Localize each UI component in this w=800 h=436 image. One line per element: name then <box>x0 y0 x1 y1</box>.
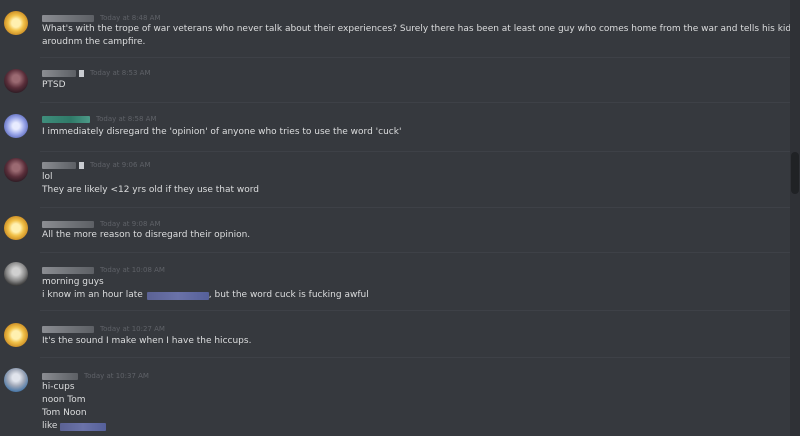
chat-message: Today at 8:48 AM What's with the trope o… <box>0 0 790 58</box>
message-line: i know im an hour late , but the word cu… <box>42 289 369 302</box>
message-line: noon Tom <box>42 395 86 405</box>
mention-redacted[interactable] <box>60 422 107 431</box>
timestamp: Today at 8:53 AM <box>90 69 151 77</box>
avatar[interactable] <box>4 69 28 93</box>
username-redacted[interactable] <box>42 69 76 77</box>
username-tag <box>79 69 84 77</box>
message-line: It's the sound I make when I have the hi… <box>42 336 252 346</box>
message-line: aroudnm the campfire. <box>42 37 146 47</box>
message-line: All the more reason to disregard their o… <box>42 230 251 240</box>
message-line: They are likely <12 yrs old if they use … <box>42 185 260 195</box>
message-header: Today at 8:58 AM <box>42 113 157 125</box>
username-redacted[interactable] <box>42 115 90 123</box>
timestamp: Today at 9:08 AM <box>100 220 161 228</box>
avatar[interactable] <box>4 114 28 138</box>
chat-message: Today at 10:37 AM hi-cups noon Tom Tom N… <box>0 358 790 436</box>
message-text: It's the sound I make when I have the hi… <box>42 335 251 348</box>
avatar[interactable] <box>4 158 28 182</box>
message-header: Today at 9:06 AM <box>42 159 151 171</box>
timestamp: Today at 8:58 AM <box>96 115 157 123</box>
message-text: What's with the trope of war veterans wh… <box>42 23 790 49</box>
message-text-segment: , but the word cuck is fucking awful <box>208 290 369 300</box>
username-redacted[interactable] <box>42 372 78 380</box>
message-header: Today at 10:27 AM <box>42 323 165 335</box>
chat-message-list[interactable]: Today at 8:48 AM What's with the trope o… <box>0 0 790 436</box>
chat-message: Today at 9:06 AM lol They are likely <12… <box>0 152 790 206</box>
scrollbar-track[interactable] <box>790 0 800 436</box>
message-text-segment: i know im an hour late <box>42 290 143 300</box>
chat-message: Today at 9:08 AM All the more reason to … <box>0 208 790 252</box>
message-line: I immediately disregard the 'opinion' of… <box>42 127 402 137</box>
avatar[interactable] <box>4 323 28 347</box>
message-line: lol <box>42 172 53 182</box>
message-line: morning guys <box>42 277 104 287</box>
message-text: All the more reason to disregard their o… <box>42 229 250 242</box>
message-header: Today at 8:53 AM <box>42 67 151 79</box>
username-redacted[interactable] <box>42 220 94 228</box>
message-text: hi-cups noon Tom Tom Noon like <box>42 381 107 433</box>
message-line: Tom Noon <box>42 408 87 418</box>
timestamp: Today at 8:48 AM <box>100 14 161 22</box>
message-line: PTSD <box>42 80 66 90</box>
message-text: morning guys i know im an hour late , bu… <box>42 276 369 302</box>
message-line: like <box>42 420 107 433</box>
username-redacted[interactable] <box>42 325 94 333</box>
username-redacted[interactable] <box>42 266 94 274</box>
username-tag <box>79 161 84 169</box>
message-text-segment: like <box>42 421 58 431</box>
avatar[interactable] <box>4 368 28 392</box>
avatar[interactable] <box>4 11 28 35</box>
chat-message: Today at 8:53 AM PTSD <box>0 58 790 102</box>
message-header: Today at 10:08 AM <box>42 264 165 276</box>
avatar[interactable] <box>4 216 28 240</box>
scrollbar-thumb[interactable] <box>791 152 799 194</box>
timestamp: Today at 10:08 AM <box>100 266 165 274</box>
timestamp: Today at 9:06 AM <box>90 161 151 169</box>
chat-message: Today at 10:27 AM It's the sound I make … <box>0 311 790 357</box>
chat-message: Today at 10:08 AM morning guys i know im… <box>0 253 790 309</box>
message-text: I immediately disregard the 'opinion' of… <box>42 126 401 139</box>
username-redacted[interactable] <box>42 14 94 22</box>
timestamp: Today at 10:37 AM <box>84 372 149 380</box>
message-line: hi-cups <box>42 382 75 392</box>
username-redacted[interactable] <box>42 161 76 169</box>
timestamp: Today at 10:27 AM <box>100 325 165 333</box>
message-line: What's with the trope of war veterans wh… <box>42 24 790 34</box>
avatar[interactable] <box>4 262 28 286</box>
message-text: PTSD <box>42 79 66 92</box>
mention-redacted[interactable] <box>146 291 209 300</box>
chat-message: Today at 8:58 AM I immediately disregard… <box>0 103 790 151</box>
message-text: lol They are likely <12 yrs old if they … <box>42 171 259 197</box>
